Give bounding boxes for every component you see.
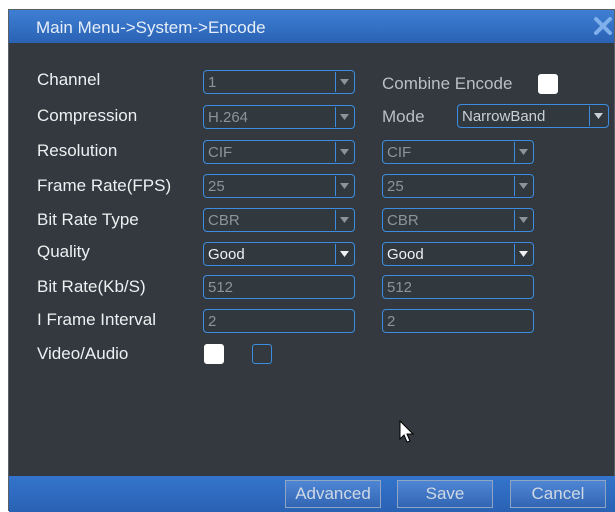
- compression-select[interactable]: H.264: [203, 105, 355, 129]
- extra-resolution-select[interactable]: CIF: [382, 140, 534, 164]
- close-icon[interactable]: [592, 15, 614, 37]
- bit-rate-input[interactable]: 512: [203, 275, 355, 299]
- extra-frame-rate-select[interactable]: 25: [382, 174, 534, 198]
- title-bar: Main Menu->System->Encode: [9, 10, 614, 43]
- bit-rate-type-value: CBR: [208, 212, 240, 229]
- compression-label: Compression: [37, 106, 138, 125]
- save-button[interactable]: Save: [397, 480, 493, 508]
- chevron-down-icon: [335, 210, 353, 230]
- chevron-down-icon: [514, 244, 532, 264]
- compression-value: H.264: [208, 109, 249, 126]
- bit-rate-type-label: Bit Rate Type: [37, 210, 139, 229]
- chevron-down-icon: [335, 142, 353, 162]
- channel-label: Channel: [37, 70, 101, 89]
- chevron-down-icon: [335, 244, 353, 264]
- i-frame-interval-input[interactable]: 2: [203, 309, 355, 333]
- bit-rate-type-select[interactable]: CBR: [203, 208, 355, 232]
- frame-rate-value: 25: [208, 178, 225, 195]
- mouse-pointer-icon: [399, 420, 415, 443]
- quality-label: Quality: [37, 242, 90, 261]
- bit-rate-value: 512: [208, 279, 234, 296]
- chevron-down-icon: [514, 176, 532, 196]
- mode-label: Mode: [382, 107, 425, 126]
- extra-bit-rate-type-select[interactable]: CBR: [382, 208, 534, 232]
- video-checkbox[interactable]: [204, 344, 224, 364]
- mode-value: NarrowBand: [462, 108, 546, 125]
- video-audio-label: Video/Audio: [37, 344, 129, 363]
- extra-bit-rate-input[interactable]: 512: [382, 275, 534, 299]
- encode-dialog: Main Menu->System->Encode Channel Compre…: [8, 9, 615, 512]
- audio-checkbox[interactable]: [252, 344, 272, 364]
- channel-select[interactable]: 1: [203, 70, 355, 94]
- button-bar: Advanced Save Cancel: [9, 476, 615, 512]
- mode-select[interactable]: NarrowBand: [457, 104, 609, 128]
- quality-value: Good: [208, 246, 245, 263]
- chevron-down-icon: [335, 176, 353, 196]
- extra-i-frame-interval-input[interactable]: 2: [382, 309, 534, 333]
- quality-select[interactable]: Good: [203, 242, 355, 266]
- cancel-button[interactable]: Cancel: [510, 480, 606, 508]
- extra-i-frame-interval-value: 2: [387, 313, 396, 330]
- channel-value: 1: [208, 74, 217, 91]
- chevron-down-icon: [335, 72, 353, 92]
- i-frame-interval-label: I Frame Interval: [37, 310, 157, 329]
- combine-encode-label: Combine Encode: [382, 74, 513, 93]
- extra-frame-rate-value: 25: [387, 178, 404, 195]
- bit-rate-label: Bit Rate(Kb/S): [37, 277, 146, 296]
- chevron-down-icon: [514, 142, 532, 162]
- chevron-down-icon: [335, 107, 353, 127]
- extra-bit-rate-type-value: CBR: [387, 212, 419, 229]
- extra-quality-value: Good: [387, 246, 424, 263]
- resolution-value: CIF: [208, 144, 233, 161]
- combine-encode-checkbox[interactable]: [538, 74, 558, 94]
- resolution-select[interactable]: CIF: [203, 140, 355, 164]
- extra-bit-rate-value: 512: [387, 279, 413, 296]
- extra-quality-select[interactable]: Good: [382, 242, 534, 266]
- i-frame-interval-value: 2: [208, 313, 217, 330]
- frame-rate-select[interactable]: 25: [203, 174, 355, 198]
- advanced-button[interactable]: Advanced: [285, 480, 381, 508]
- extra-resolution-value: CIF: [387, 144, 412, 161]
- frame-rate-label: Frame Rate(FPS): [37, 176, 172, 195]
- chevron-down-icon: [589, 106, 607, 126]
- resolution-label: Resolution: [37, 141, 118, 160]
- chevron-down-icon: [514, 210, 532, 230]
- dialog-title: Main Menu->System->Encode: [36, 18, 266, 37]
